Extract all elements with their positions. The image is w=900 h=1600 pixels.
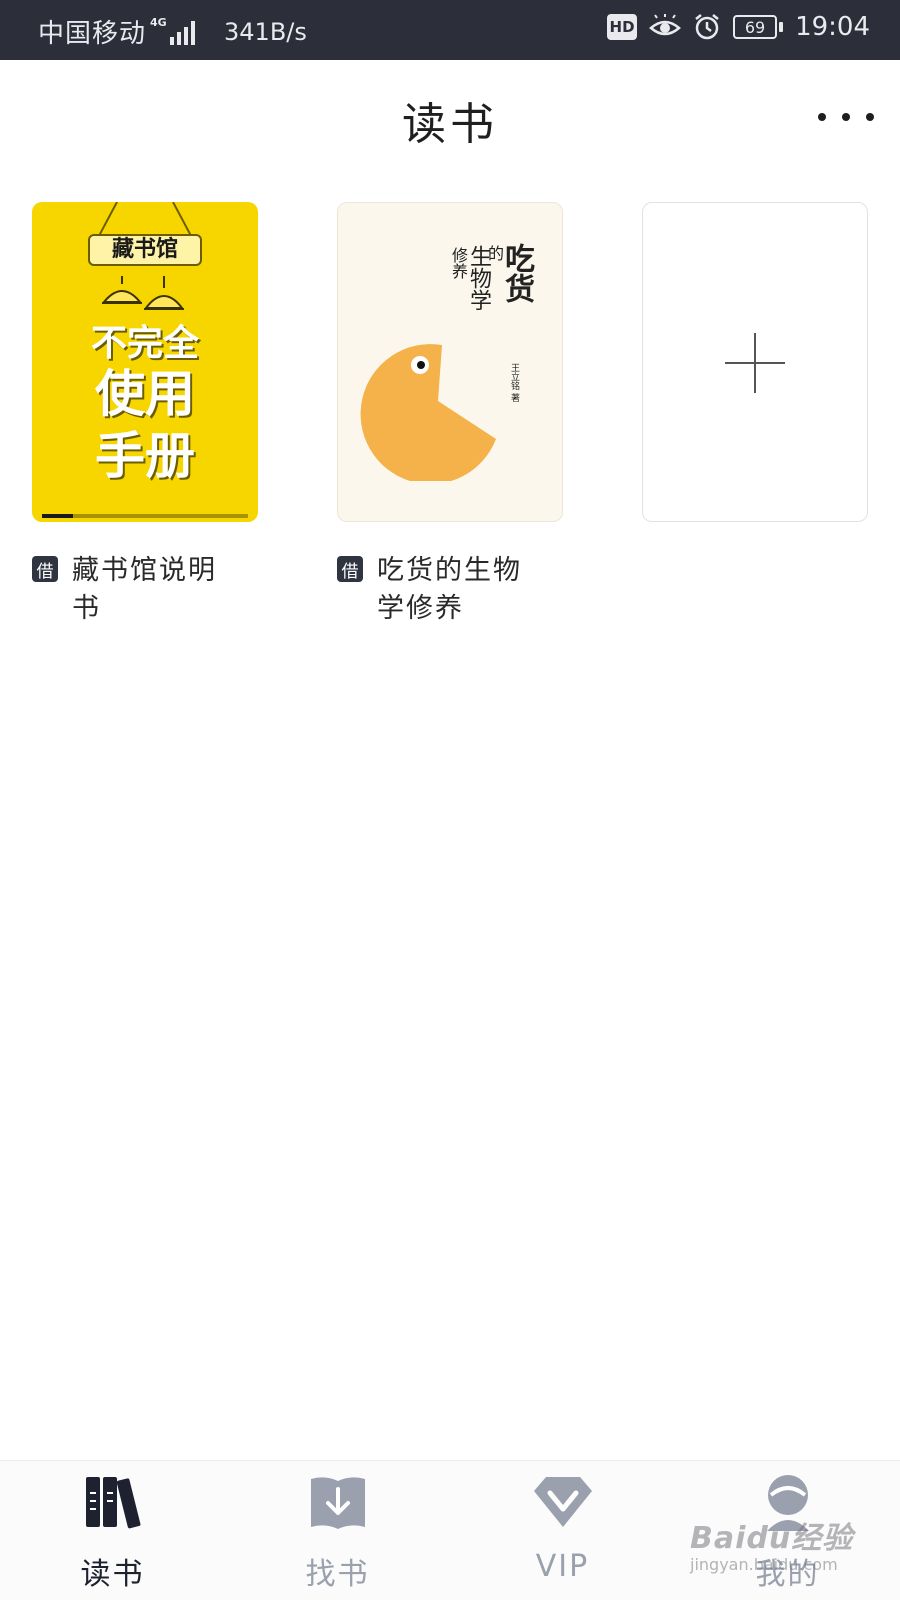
bookshelf-icon [86, 1477, 141, 1529]
more-options-button[interactable] [818, 100, 874, 134]
signal-icon: 4G [150, 17, 206, 47]
diamond-icon [534, 1477, 592, 1527]
cover-line-3: 手册 [95, 427, 195, 485]
nav-label: VIP [535, 1549, 590, 1584]
book-cover[interactable]: 吃货 的 生物学 修养 王立铭 著 [337, 202, 563, 522]
lamp-icon [101, 276, 185, 310]
book-cover[interactable]: 藏书馆 不完全 使用 手册 [32, 202, 258, 522]
pacman-illustration [360, 344, 496, 481]
nav-tab-vip[interactable]: VIP [450, 1461, 675, 1600]
cover-banner: 藏书馆 [88, 234, 202, 266]
book-item[interactable]: 吃货 的 生物学 修养 王立铭 著 借 吃货的生物学修养 [337, 202, 563, 628]
carrier-name: 中国移动 [38, 19, 147, 49]
cover-title-tail: 修养 [449, 247, 468, 279]
dot-icon [818, 113, 826, 121]
status-bar: 中国移动 4G 341B/s HD 69 19:04 [0, 0, 900, 60]
alarm-icon [695, 14, 719, 40]
battery-level: 69 [744, 17, 766, 37]
bottom-nav: 读书 找书 VIP 我的 Baidu经验 jingyan.baidu.com [0, 1460, 900, 1600]
dot-icon [842, 113, 850, 121]
dot-icon [866, 113, 874, 121]
header: 读书 [0, 60, 900, 172]
network-speed: 341B/s [224, 17, 307, 46]
book-title[interactable]: 吃货的生物学修养 [377, 552, 547, 628]
watermark-main: Baidu经验 [690, 1521, 854, 1556]
watermark: Baidu经验 jingyan.baidu.com [690, 1513, 870, 1583]
nav-label: 找书 [305, 1557, 370, 1592]
borrow-badge: 借 [337, 556, 363, 582]
borrow-badge: 借 [32, 556, 58, 582]
hd-icon: HD [607, 14, 638, 40]
book-meta: 借 藏书馆说明书 [32, 552, 258, 628]
nav-tab-read[interactable]: 读书 [0, 1461, 225, 1600]
battery-icon: 69 [733, 15, 784, 39]
watermark-sub: jingyan.baidu.com [690, 1555, 838, 1574]
clock: 19:04 [795, 12, 870, 42]
network-type: 4G [150, 15, 167, 29]
book-title[interactable]: 藏书馆说明书 [72, 552, 242, 628]
add-book-slot[interactable] [642, 202, 868, 522]
add-book-button[interactable] [642, 202, 868, 522]
eye-comfort-icon [649, 14, 681, 36]
nav-tab-find[interactable]: 找书 [225, 1461, 450, 1600]
nav-label: 读书 [80, 1557, 145, 1592]
book-item[interactable]: 藏书馆 不完全 使用 手册 借 藏书馆说明书 [32, 202, 258, 628]
status-right: HD 69 19:04 [607, 12, 870, 42]
page-title: 读书 [402, 99, 498, 150]
status-left: 中国移动 4G 341B/s [38, 13, 307, 50]
reading-progress-fill [42, 514, 73, 518]
download-book-icon [311, 1477, 365, 1529]
book-meta: 借 吃货的生物学修养 [337, 552, 563, 628]
